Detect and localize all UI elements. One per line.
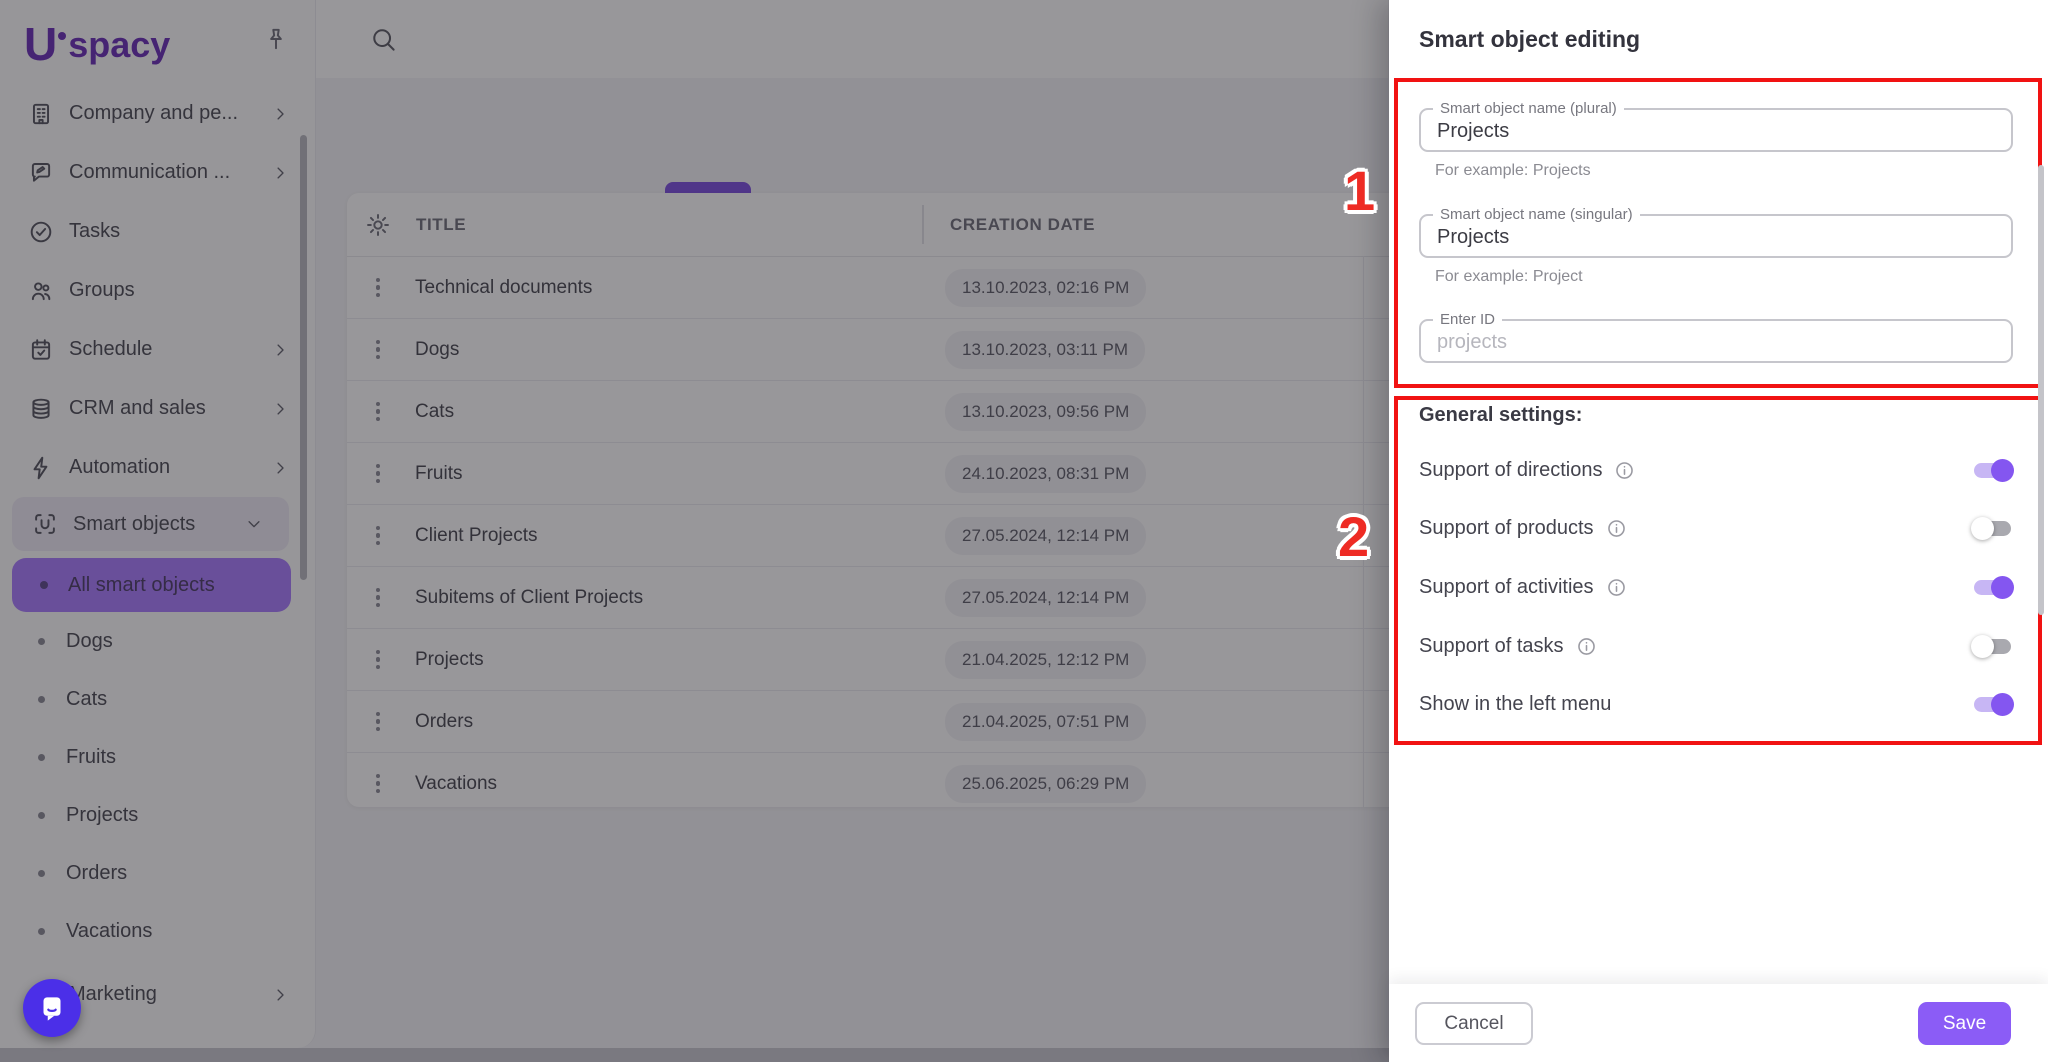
toggle-support-of-activities[interactable] (1974, 580, 2011, 595)
save-button[interactable]: Save (1918, 1002, 2011, 1045)
toggle-knob (1991, 576, 2014, 599)
toggle-knob (1971, 635, 1994, 658)
setting-label: Support of tasks (1419, 635, 1564, 658)
setting-row-support-of-products: Support of products (1419, 517, 2013, 547)
setting-row-support-of-directions: Support of directions (1419, 459, 2013, 489)
field-name-plural: Smart object name (plural) (1419, 108, 2013, 152)
setting-label: Support of directions (1419, 459, 1602, 482)
panel-scrollbar[interactable] (2038, 165, 2044, 615)
field-name-plural-input[interactable] (1435, 112, 1999, 150)
field-name-plural-helper: For example: Projects (1435, 162, 1591, 180)
toggle-knob (1991, 693, 2014, 716)
cancel-button[interactable]: Cancel (1415, 1002, 1533, 1045)
info-icon[interactable] (1606, 518, 1627, 539)
info-icon[interactable] (1576, 636, 1597, 657)
toggle-knob (1991, 459, 2014, 482)
panel-title: Smart object editing (1419, 26, 1640, 53)
setting-row-support-of-tasks: Support of tasks (1419, 635, 2013, 665)
setting-row-show-in-the-left-menu: Show in the left menu (1419, 693, 2013, 723)
setting-row-support-of-activities: Support of activities (1419, 576, 2013, 606)
annotation-marker-2: 2 (1338, 509, 1369, 565)
smart-object-editing-panel: Smart object editing Smart object name (… (1389, 0, 2048, 1062)
info-icon[interactable] (1606, 577, 1627, 598)
panel-footer: Cancel Save (1389, 984, 2048, 1062)
field-enter-id: Enter ID (1419, 319, 2013, 363)
annotation-marker-1: 1 (1344, 163, 1375, 219)
toggle-support-of-tasks[interactable] (1974, 639, 2011, 654)
setting-label: Support of activities (1419, 576, 1594, 599)
app-root: U spacy Company and pe...Communication .… (0, 0, 2048, 1062)
modal-backdrop[interactable] (0, 0, 1389, 1062)
toggle-show-in-the-left-menu[interactable] (1974, 697, 2011, 712)
field-name-singular-input[interactable] (1435, 218, 1999, 256)
field-enter-id-input[interactable] (1435, 323, 1999, 361)
toggle-knob (1971, 517, 1994, 540)
chat-bubble-icon (35, 991, 69, 1025)
info-icon[interactable] (1614, 460, 1635, 481)
chat-widget-button[interactable] (23, 979, 81, 1037)
field-name-singular-helper: For example: Project (1435, 268, 1583, 286)
toggle-support-of-directions[interactable] (1974, 463, 2011, 478)
general-settings-title: General settings: (1419, 404, 1582, 427)
toggle-support-of-products[interactable] (1974, 521, 2011, 536)
setting-label: Support of products (1419, 517, 1594, 540)
field-name-singular: Smart object name (singular) (1419, 214, 2013, 258)
setting-label: Show in the left menu (1419, 693, 1611, 716)
